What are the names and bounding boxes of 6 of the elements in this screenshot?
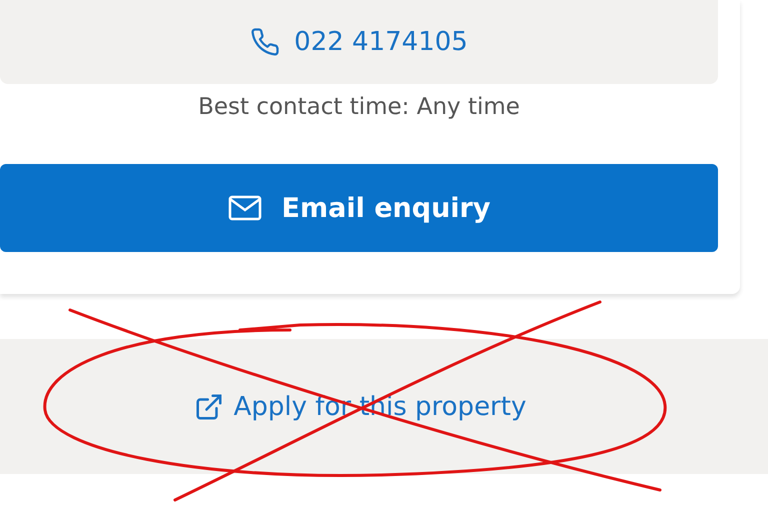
contact-time-text: Best contact time: Any time: [198, 94, 520, 120]
phone-icon: [250, 27, 280, 57]
phone-link[interactable]: 022 4174105: [0, 0, 718, 84]
email-enquiry-button[interactable]: Email enquiry: [0, 164, 718, 252]
external-link-icon: [194, 392, 224, 422]
envelope-icon: [228, 195, 262, 221]
